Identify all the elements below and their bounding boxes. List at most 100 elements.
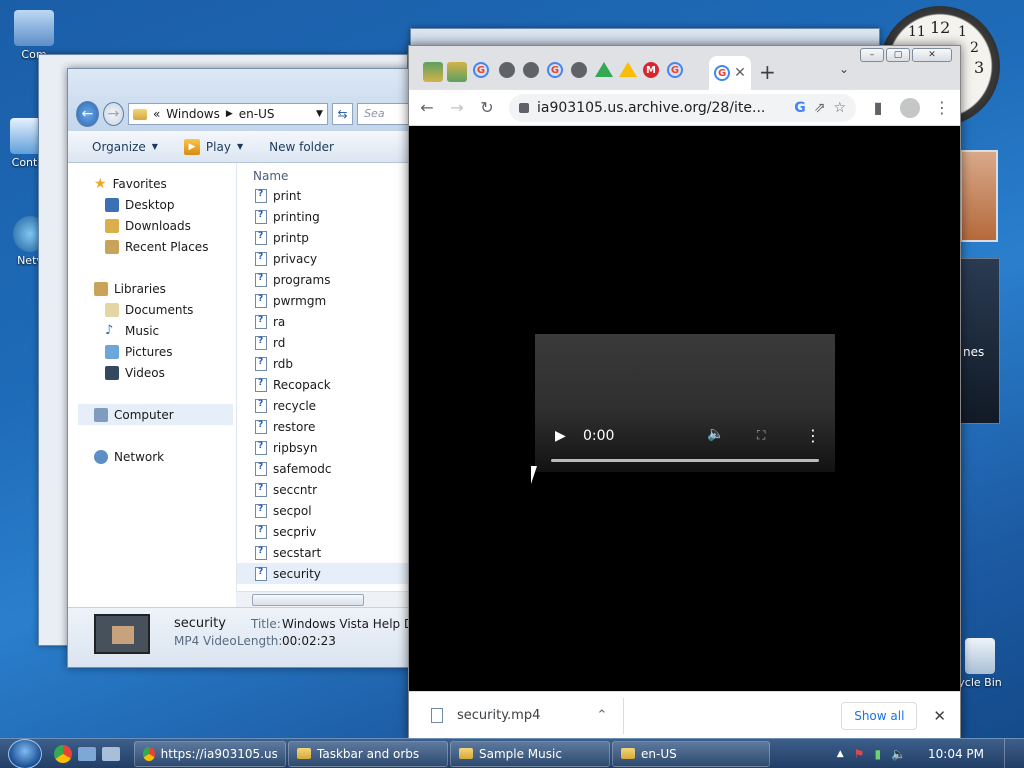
tab-active[interactable]: G ✕ [709,56,751,90]
file-item-selected[interactable]: security [237,563,411,584]
nav-computer[interactable]: Computer [78,404,233,425]
tab-globe[interactable] [499,62,519,82]
file-item[interactable]: ra [237,311,411,332]
forward-arrow-icon[interactable]: → [449,98,465,117]
file-item[interactable]: secpol [237,500,411,521]
file-item[interactable]: safemodc [237,458,411,479]
file-item[interactable]: ripbsyn [237,437,411,458]
tab-favicon-image[interactable] [447,62,467,82]
nav-item-pictures[interactable]: Pictures [78,341,233,362]
nav-libraries[interactable]: Libraries [78,278,233,299]
bookmark-star-icon[interactable]: ☆ [833,100,846,116]
tab-google[interactable]: G [473,62,493,82]
nav-item-recent-places[interactable]: Recent Places [78,236,233,257]
tab-globe[interactable] [571,62,591,82]
menu-icon[interactable]: ⋮ [934,98,950,117]
file-item[interactable]: printp [237,227,411,248]
chrome-pinned-icon[interactable] [54,744,72,763]
breadcrumb-en-us[interactable]: en-US [239,107,275,121]
tab-mega[interactable]: M [643,62,663,82]
breadcrumb-overflow[interactable]: « [153,107,160,121]
share-icon[interactable]: ⇗ [814,100,826,116]
nav-item-music[interactable]: ♪ Music [78,320,233,341]
file-item[interactable]: secstart [237,542,411,563]
play-icon[interactable]: ▶ [555,428,566,444]
media-gadget[interactable]: nes [960,258,1000,424]
file-item[interactable]: print [237,185,411,206]
minimize-button[interactable]: – [860,48,884,62]
tab-globe[interactable] [523,62,543,82]
video-player[interactable]: ▶ 0:00 🔈 ⛶ ⋮ [535,334,835,472]
search-input[interactable]: Sea [357,103,411,125]
tab-drive[interactable] [595,62,615,82]
more-options-icon[interactable]: ⋮ [805,426,821,445]
tray-expand-icon[interactable]: ▲ [837,749,844,759]
nav-favorites[interactable]: ★ Favorites [78,173,233,194]
tab-favicon-image[interactable] [423,62,443,82]
file-item[interactable]: rdb [237,353,411,374]
chrome-window[interactable]: – ▢ ✕ G G M G G ✕ + ⌄ ← → ↻ ia903105.us.… [408,45,961,740]
nav-item-documents[interactable]: Documents [78,299,233,320]
file-item[interactable]: printing [237,206,411,227]
google-lens-icon[interactable]: G [794,100,806,116]
file-item[interactable]: programs [237,269,411,290]
file-item[interactable]: secpriv [237,521,411,542]
file-item[interactable]: recycle [237,395,411,416]
taskbar-item-taskbar-and-orbs[interactable]: Taskbar and orbs [288,740,448,767]
mute-icon[interactable]: 🔈 [707,426,724,442]
scrollbar-thumb[interactable] [252,594,364,606]
address-bar[interactable]: « Windows ▶ en-US ▼ [127,103,328,125]
column-header-name[interactable]: Name [237,163,411,185]
explorer-pinned-icon[interactable] [78,746,96,761]
new-folder-button[interactable]: New folder [269,140,334,154]
file-item[interactable]: Recopack [237,374,411,395]
taskbar-item-sample-music[interactable]: Sample Music [450,740,610,767]
show-desktop-button[interactable] [1004,739,1014,768]
download-file-name[interactable]: security.mp4 [457,708,540,723]
back-arrow-icon[interactable]: ← [419,98,435,117]
organize-button[interactable]: Organize ▼ [92,140,158,154]
fullscreen-icon[interactable]: ⛶ [757,428,765,443]
tab-drive[interactable] [619,62,639,82]
show-all-button[interactable]: Show all [841,701,918,730]
volume-muted-icon[interactable]: 🔈 [891,747,906,761]
chevron-up-icon[interactable]: ⌃ [596,708,607,723]
file-item[interactable]: seccntr [237,479,411,500]
file-item[interactable]: privacy [237,248,411,269]
slideshow-gadget[interactable] [960,150,998,242]
file-item[interactable]: restore [237,416,411,437]
chevron-down-icon[interactable]: ▼ [316,109,323,119]
taskbar-item-en-us[interactable]: en-US [612,740,770,767]
explorer-window[interactable]: ← → « Windows ▶ en-US ▼ ⇆ Sea Organize ▼… [67,68,412,668]
nav-item-videos[interactable]: Videos [78,362,233,383]
side-panel-icon[interactable]: ▮ [870,98,886,117]
taskbar-item-chrome[interactable]: https://ia903105.us.a... [134,740,286,767]
nav-item-desktop[interactable]: Desktop [78,194,233,215]
close-window-button[interactable]: ✕ [912,48,952,62]
refresh-button[interactable]: ⇆ [331,103,354,125]
tab-search-icon[interactable]: ⌄ [839,62,849,76]
maximize-button[interactable]: ▢ [886,48,910,62]
profile-avatar-icon[interactable] [900,97,920,118]
tab-google[interactable]: G [547,62,567,82]
file-item[interactable]: rd [237,332,411,353]
nav-item-downloads[interactable]: Downloads [78,215,233,236]
action-center-icon[interactable]: ⚑ [854,747,865,761]
new-tab-button[interactable]: + [759,60,776,84]
omnibox[interactable]: ia903105.us.archive.org/28/ite... G ⇗ ☆ [509,93,856,122]
start-button[interactable] [8,738,42,768]
file-item[interactable]: pwrmgm [237,290,411,311]
nav-network[interactable]: Network [78,446,233,467]
network-status-icon[interactable]: ▮ [874,747,881,761]
close-tab-icon[interactable]: ✕ [734,65,746,81]
forward-button[interactable]: → [102,102,124,126]
close-downloads-icon[interactable]: ✕ [933,707,946,725]
clock-time[interactable]: 10:04 PM [928,747,984,761]
tab-google[interactable]: G [667,62,687,82]
play-button[interactable]: ▶ Play ▼ [183,138,243,155]
video-progress-bar[interactable] [551,459,819,462]
breadcrumb-windows[interactable]: Windows [166,107,220,121]
window-switcher-icon[interactable] [102,746,120,761]
horizontal-scrollbar[interactable] [236,591,411,607]
back-button[interactable]: ← [76,101,99,127]
